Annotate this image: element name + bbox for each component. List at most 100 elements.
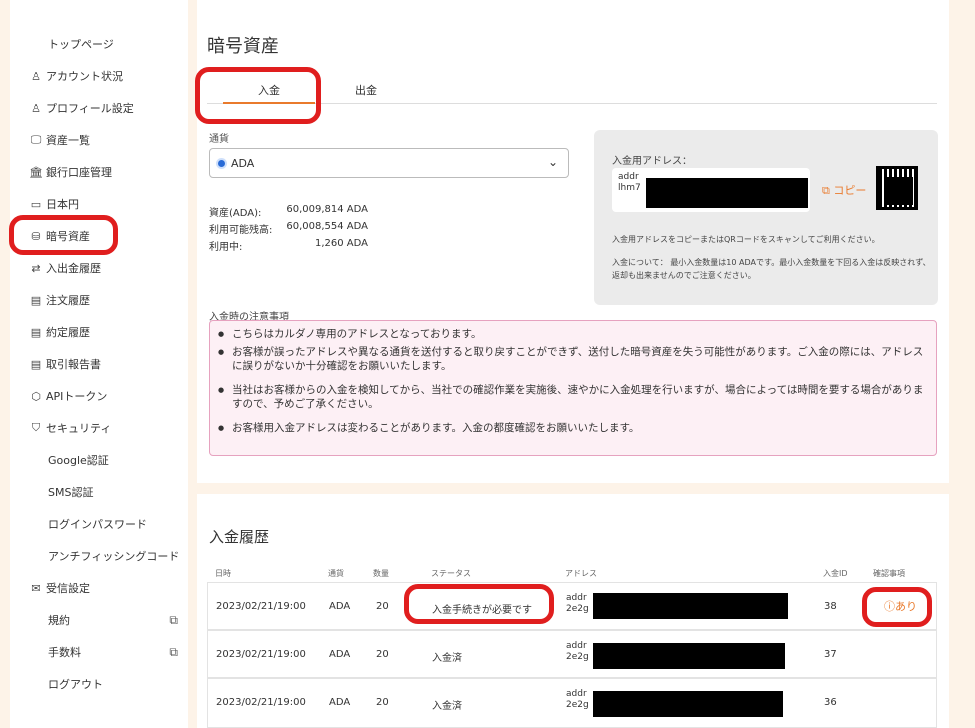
sidebar-item-top[interactable]: トップページ [10,29,188,59]
deposit-address-label: 入金用アドレス： [612,156,692,167]
currency-value: ADA [231,156,255,170]
address-instruction: 入金用アドレスをコピーまたはQRコードをスキャンしてご利用ください。 [612,235,880,244]
sidebar-item-terms[interactable]: 規約 ⧉ [10,605,188,635]
caution-item: お客様用入金アドレスは変わることがあります。入金の都度確認をお願いいたします。 [218,421,926,435]
deposit-history-panel: 入金履歴 日時 通貨 数量 ステータス アドレス 入金ID 確認事項 2023/… [197,494,949,728]
sidebar-item-reports[interactable]: ▤ 取引報告書 [10,349,188,379]
balance-value: 1,260 ADA [314,238,368,249]
currency-cell: ADA [329,697,351,708]
history-title: 入金履歴 [209,528,270,546]
quantity-cell: 20 [376,649,389,660]
column-header: 数量 [373,569,389,578]
sidebar-item-sms-auth[interactable]: SMS認証 [10,477,188,507]
status-cell[interactable]: 入金手続きが必要です [432,601,532,616]
column-header: アドレス [565,569,597,578]
datetime-cell: 2023/02/21/19:00 [216,697,306,708]
copy-button[interactable]: ⧉ コピー [822,182,866,198]
sidebar-item-account-status[interactable]: ♙ アカウント状況 [10,61,188,91]
address-line: 2e2g [566,604,589,614]
sidebar-item-notifications[interactable]: ✉ 受信設定 [10,573,188,603]
sidebar-item-fees[interactable]: 手数料 ⧉ [10,637,188,667]
alert-circle-icon: ⓘ [884,600,895,613]
api-icon: ⬡ [31,389,41,403]
tab-bar: 入金 出金 [207,78,937,104]
datetime-cell: 2023/02/21/19:00 [216,601,306,612]
sidebar-item-label: 手数料 [48,646,81,659]
currency-select[interactable]: ADA ⌄ [209,148,569,178]
column-header: 日時 [215,569,231,578]
sidebar-item-label: 約定履歴 [46,326,90,339]
document-icon: ▤ [30,357,42,371]
sidebar-item-label: ログアウト [48,678,103,691]
column-header: 確認事項 [873,569,905,578]
quantity-cell: 20 [376,697,389,708]
bank-icon: 🏛 [29,165,43,179]
balance-label: 資産(ADA): [209,208,262,219]
table-row[interactable]: 2023/02/21/19:00 ADA 20 入金済 addr 2e2g 36 [207,678,937,728]
address-cell: addr 2e2g [566,641,589,663]
address-line: addr [566,689,587,699]
external-link-icon: ⧉ [169,644,178,659]
address-line: addr [566,593,587,603]
transfer-icon: ⇄ [31,261,41,275]
qr-code-image [876,166,918,210]
sidebar-item-security[interactable]: ⛉ セキュリティ [10,413,188,443]
sidebar-item-label: 銀行口座管理 [46,166,112,179]
minimum-deposit-note: 入金について： 最小入金数量は10 ADAです。最小入金数量を下回る入金は反映さ… [612,256,932,282]
sidebar-item-jpy[interactable]: ▭ 日本円 [10,189,188,219]
sidebar-item-label: APIトークン [46,390,108,403]
sidebar-item-google-auth[interactable]: Google認証 [10,445,188,475]
sidebar-item-crypto[interactable]: ⛁ 暗号資産 [10,221,188,251]
deposit-panel: 暗号資産 入金 出金 通貨 ADA ⌄ 資産(ADA): 60,009,814 A… [197,0,949,483]
redaction-block [593,691,783,717]
sidebar-item-trade-history[interactable]: ▤ 約定履歴 [10,317,188,347]
tab-deposit[interactable]: 入金 [223,82,315,104]
copy-label: コピー [833,184,867,197]
address-line: 2e2g [566,700,589,710]
balance-value: 60,009,814 ADA [286,204,368,215]
sidebar-item-order-history[interactable]: ▤ 注文履歴 [10,285,188,315]
external-link-icon: ⧉ [169,612,178,627]
quantity-cell: 20 [376,601,389,612]
sidebar-item-label: 規約 [48,614,70,627]
address-cell: addr 2e2g [566,593,589,615]
redaction-block [593,643,785,669]
sidebar-item-api[interactable]: ⬡ APIトークン [10,381,188,411]
address-line: addr [566,641,587,651]
sidebar-item-anti-phishing[interactable]: アンチフィッシングコード [10,541,188,571]
sidebar-item-profile[interactable]: ♙ プロフィール設定 [10,93,188,123]
column-header: 入金ID [823,569,848,578]
copy-icon: ⧉ [822,184,830,197]
caution-box: こちらはカルダノ専用のアドレスとなっております。 お客様が誤ったアドレスや異なる… [209,320,937,456]
balance-value: 60,008,554 ADA [286,221,368,232]
sidebar-item-label: セキュリティ [46,422,112,435]
address-cell: addr 2e2g [566,689,589,711]
sidebar-item-label: トップページ [48,38,114,51]
sidebar-item-deposit-history[interactable]: ⇄ 入出金履歴 [10,253,188,283]
redaction-block [646,178,808,208]
monitor-icon: 🖵 [30,133,42,146]
sidebar-item-assets[interactable]: 🖵 資産一覧 [10,125,188,155]
sidebar-item-bank[interactable]: 🏛 銀行口座管理 [10,157,188,187]
caution-item: こちらはカルダノ専用のアドレスとなっております。 [218,327,926,341]
column-header: 通貨 [328,569,344,578]
deposit-id-cell: 36 [824,697,837,708]
currency-label: 通貨 [209,134,229,145]
sidebar-item-label: Google認証 [48,454,109,467]
table-row[interactable]: 2023/02/21/19:00 ADA 20 入金済 addr 2e2g 37 [207,630,937,678]
address-line: 2e2g [566,652,589,662]
confirmation-badge[interactable]: ⓘあり [884,598,917,614]
deposit-address-field[interactable]: addr lhm7 [612,168,810,212]
balance-total: 資産(ADA): 60,009,814 ADA [209,204,368,219]
table-row[interactable]: 2023/02/21/19:00 ADA 20 入金手続きが必要です addr 2… [207,582,937,630]
sidebar-item-logout[interactable]: ログアウト [10,669,188,699]
deposit-id-cell: 37 [824,649,837,660]
currency-cell: ADA [329,649,351,660]
datetime-cell: 2023/02/21/19:00 [216,649,306,660]
sidebar-item-label: ログインパスワード [48,518,147,531]
sidebar-item-login-password[interactable]: ログインパスワード [10,509,188,539]
tab-withdraw[interactable]: 出金 [355,82,377,98]
mail-icon: ✉ [31,581,41,595]
cash-icon: ▭ [30,197,42,211]
page-title: 暗号資産 [207,36,279,57]
